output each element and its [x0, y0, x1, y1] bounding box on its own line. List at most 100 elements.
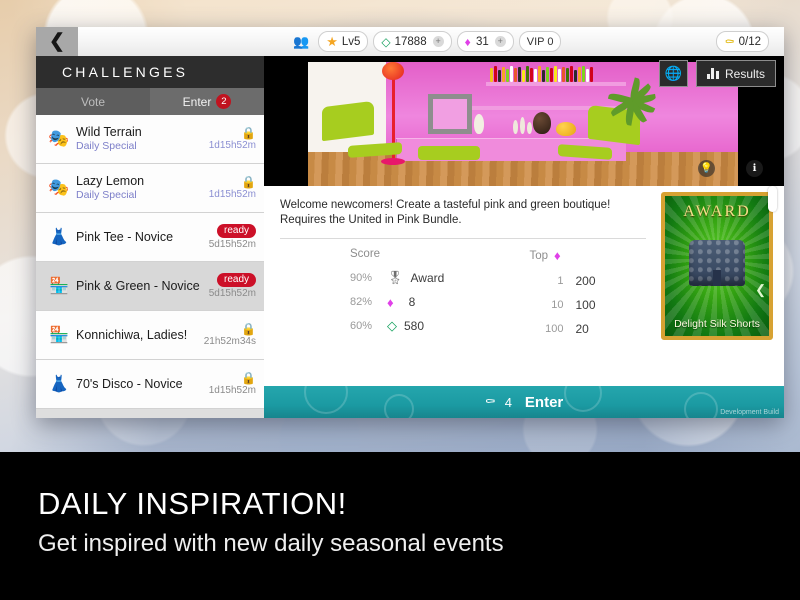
list-item[interactable]: 🎭 Wild Terrain Daily Special 🔒 1d15h52m [36, 115, 264, 164]
list-item-subtitle: Daily Special [76, 189, 137, 201]
tab-vote-label: Vote [80, 94, 106, 109]
caption-headline: DAILY INSPIRATION! [38, 486, 347, 521]
store-icon: 🏪 [49, 327, 69, 344]
list-item-text: Pink Tee - Novice [72, 230, 196, 245]
gem-value: 31 [475, 35, 489, 48]
challenge-description: Welcome newcomers! Create a tasteful pin… [280, 199, 611, 226]
gem-plus-button[interactable]: + [494, 36, 506, 47]
list-item-text: Wild Terrain Daily Special [72, 125, 196, 153]
list-item-status: ready 5d15h52m [196, 273, 256, 299]
currency-group: 👥 ★ Lv5 ◇ 17888 + ♦ 31 + VIP 0 [293, 31, 566, 52]
game-window: ❮ 👥 ★ Lv5 ◇ 17888 + ♦ 31 + VIP 0 ⚰ 0/12 … [36, 27, 784, 418]
list-item[interactable]: 🏪 Konnichiwa, Ladies! 🔒 21h52m34s [36, 311, 264, 360]
enter-button[interactable]: ⚰ 4 Enter Development Build [264, 386, 784, 418]
key-icon: ⚰ [484, 394, 496, 409]
bar-chart-icon [706, 68, 719, 79]
list-item-timer: 1d15h52m [208, 189, 256, 200]
globe-icon[interactable]: 🌐 [658, 60, 688, 87]
key-pill[interactable]: ⚰ 0/12 [716, 31, 769, 52]
score-table-header: Score [350, 248, 381, 260]
top-amount: 200 [575, 274, 596, 288]
vip-pill[interactable]: VIP 0 [518, 31, 562, 52]
mask-icon: 🎭 [48, 129, 70, 148]
award-item-name: Delight Silk Shorts [674, 318, 760, 330]
list-item[interactable]: 🎭 Lazy Lemon Daily Special 🔒 1d15h52m [36, 164, 264, 213]
score-value: 8 [408, 295, 416, 309]
score-pct: 60% [350, 320, 373, 332]
dress-icon: 👗 [49, 229, 69, 246]
challenge-list[interactable]: 🎭 Wild Terrain Daily Special 🔒 1d15h52m … [36, 115, 264, 418]
tab-enter-badge: 2 [216, 94, 232, 109]
detail-toolbar: 🌐 Results [658, 60, 776, 87]
mask-icon: 🎭 [48, 178, 70, 197]
top-row: 1 200 [529, 269, 650, 293]
star-icon: ★ [326, 33, 338, 49]
list-item-timer: 21h52m34s [203, 336, 256, 347]
score-pct: 90% [350, 272, 373, 284]
key-icon: ⚰ [724, 34, 735, 49]
results-button-label: Results [724, 66, 765, 81]
back-button[interactable]: ❮ [36, 27, 78, 56]
results-button[interactable]: Results [695, 60, 776, 87]
content-area: 💡 ℹ 🌐 Results Welcome newcomers! Create … [36, 56, 784, 418]
cash-icon: ◇ [381, 34, 391, 49]
lock-icon: 🔒 [241, 371, 256, 385]
cash-pill[interactable]: ◇ 17888 + [373, 31, 452, 52]
award-ribbon-icon: 🎖 [387, 270, 404, 285]
store-icon: 🏪 [49, 278, 69, 295]
award-title: AWARD [683, 203, 751, 220]
list-item[interactable]: 🏪 Pink & Green - Novice ready 5d15h52m [36, 262, 264, 311]
top-rank: 100 [545, 323, 564, 335]
info-icon[interactable]: ℹ [746, 160, 763, 177]
divider [280, 238, 646, 239]
level-value: Lv5 [341, 35, 361, 48]
tab-vote[interactable]: Vote [36, 88, 150, 115]
scrollbar-handle[interactable] [768, 186, 777, 212]
award-card[interactable]: AWARD ❮ Delight Silk Shorts [661, 186, 777, 340]
list-item-status: 🔒 1d15h52m [196, 372, 256, 396]
tab-enter[interactable]: Enter 2 [150, 88, 264, 115]
gem-icon: ♦ [554, 248, 561, 263]
list-item-name: Wild Terrain [76, 125, 142, 139]
level-pill[interactable]: ★ Lv5 [318, 31, 369, 52]
friends-icon[interactable]: 👥 [293, 34, 309, 50]
gem-pill[interactable]: ♦ 31 + [456, 31, 514, 52]
list-item[interactable]: 👗 70's Disco - Novice 🔒 1d15h52m [36, 360, 264, 409]
lock-icon: 🔒 [241, 175, 256, 189]
top-table: Top ♦ 1 200 10 100 100 20 [499, 248, 650, 341]
list-item[interactable]: 👗 Pink Tee - Novice ready 5d15h52m [36, 213, 264, 262]
lightbulb-icon[interactable]: 💡 [698, 160, 715, 177]
cash-value: 17888 [394, 35, 427, 48]
score-row: 90% 🎖 Award [350, 266, 499, 290]
list-item-subtitle: Daily Special [76, 140, 137, 152]
list-item-timer: 5d15h52m [208, 288, 256, 299]
dress-icon: 👗 [49, 376, 69, 393]
chevron-left-icon: ❮ [49, 31, 65, 52]
cash-plus-button[interactable]: + [432, 36, 444, 47]
status-badge: ready [216, 224, 256, 238]
score-pct: 82% [350, 296, 373, 308]
promo-caption: DAILY INSPIRATION! Get inspired with new… [0, 452, 800, 600]
key-group: ⚰ 0/12 [716, 31, 774, 52]
list-item-name: 70's Disco - Novice [76, 376, 183, 391]
list-item-text: Lazy Lemon Daily Special [72, 174, 196, 202]
list-item-timer: 1d15h52m [208, 140, 256, 151]
enter-button-label: Enter [524, 393, 564, 411]
list-item-name: Lazy Lemon [76, 174, 145, 188]
award-card-inner: AWARD ❮ Delight Silk Shorts [661, 192, 773, 340]
top-amount: 20 [575, 322, 589, 336]
chevron-left-icon[interactable]: ❮ [755, 282, 766, 298]
key-value: 0/12 [738, 35, 761, 48]
list-item-name: Pink Tee - Novice [76, 229, 174, 244]
lock-icon: 🔒 [241, 126, 256, 140]
score-value: 580 [404, 319, 425, 333]
cash-icon: ◇ [387, 318, 397, 333]
top-row: 10 100 [529, 293, 650, 317]
score-row: 82% ♦ 8 [350, 290, 499, 314]
list-item-text: 70's Disco - Novice [72, 377, 196, 392]
books-decor [490, 66, 593, 82]
lock-icon: 🔒 [241, 322, 256, 336]
page-title: CHALLENGES [36, 56, 264, 88]
caption-subline: Get inspired with new daily seasonal eve… [38, 530, 504, 557]
tab-enter-label: Enter [182, 94, 212, 109]
